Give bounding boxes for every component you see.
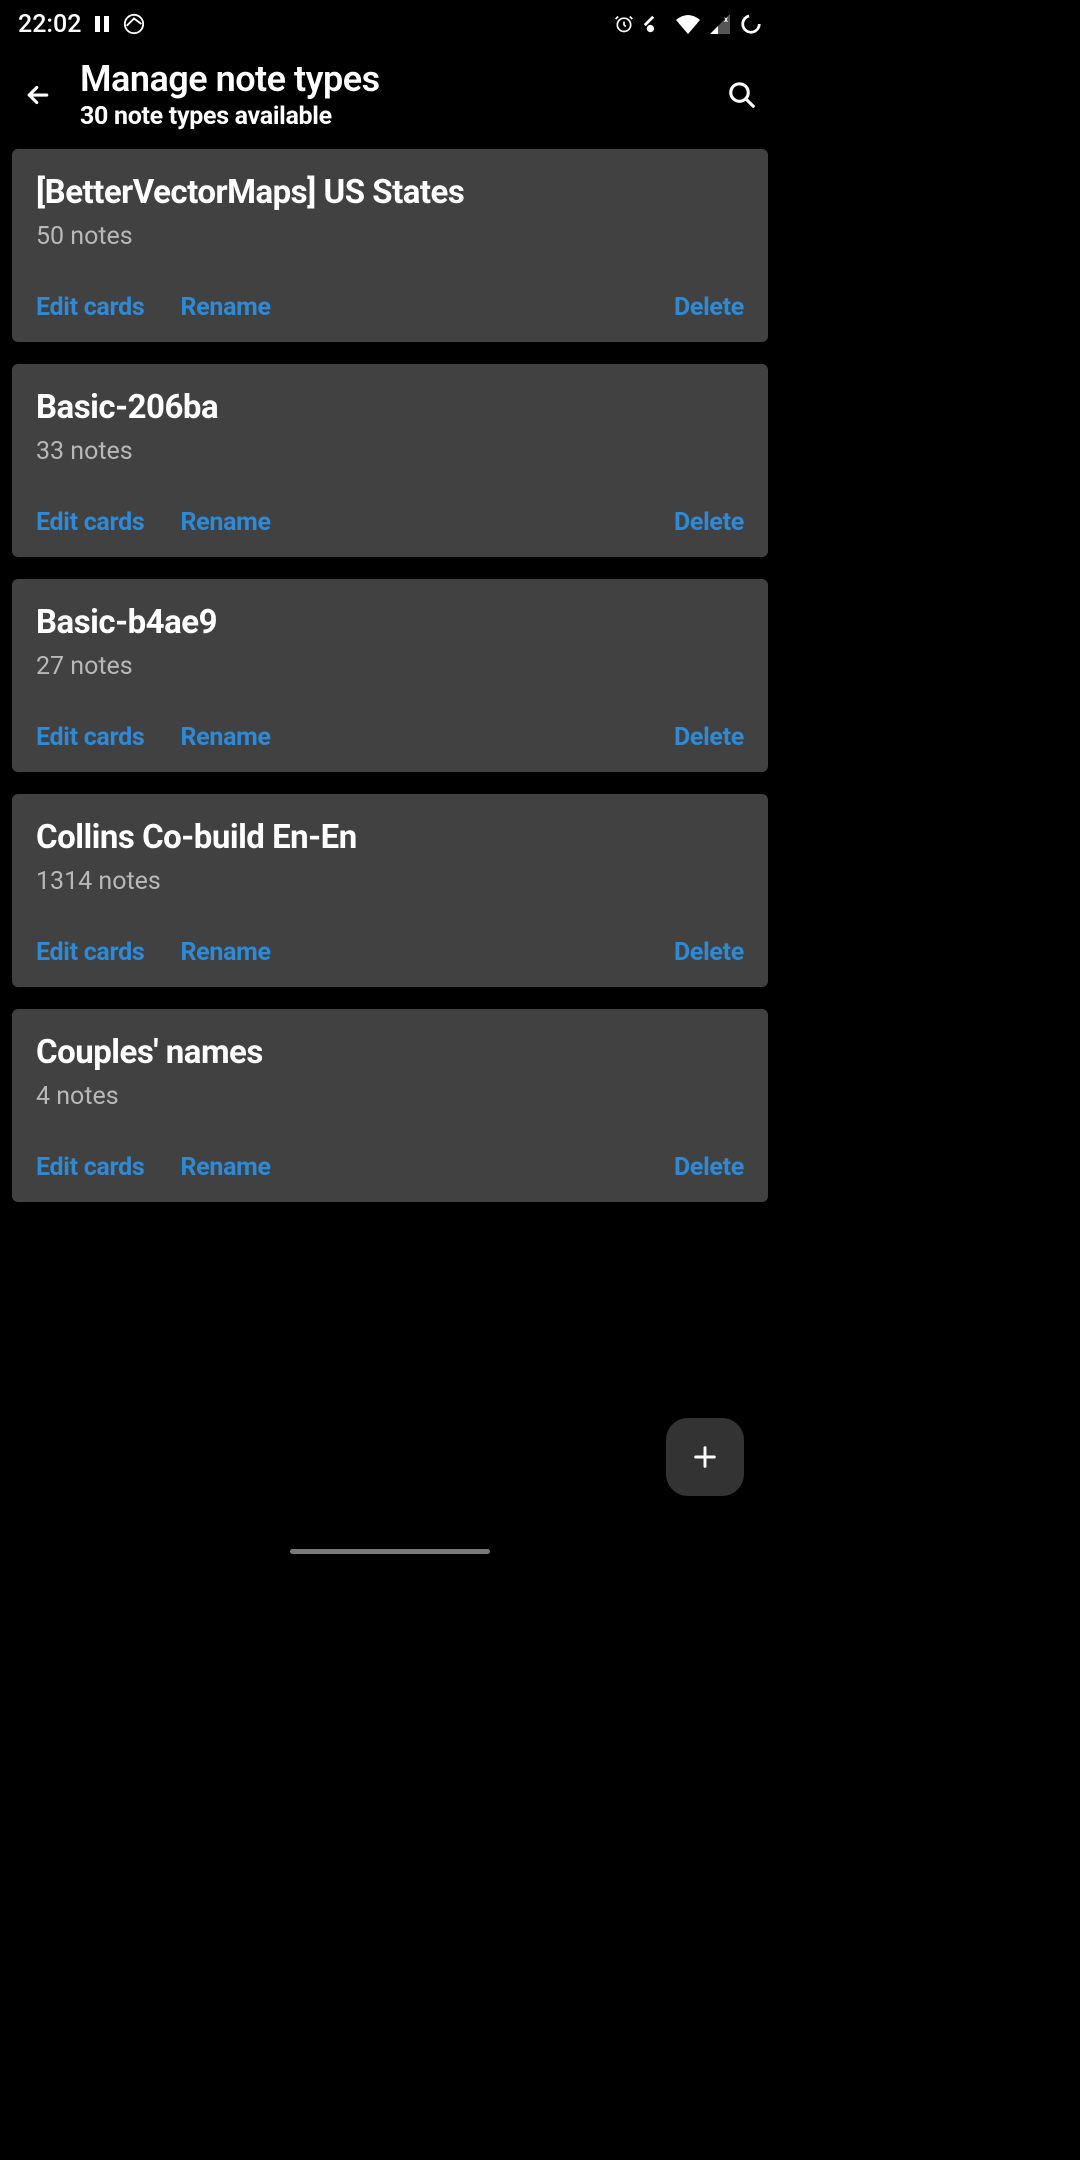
pause-icon: [95, 16, 109, 32]
note-type-card[interactable]: Basic-b4ae9 27 notes Edit cards Rename D…: [12, 579, 768, 772]
note-type-name: Couples' names: [36, 1033, 744, 1072]
note-type-card[interactable]: Basic-206ba 33 notes Edit cards Rename D…: [12, 364, 768, 557]
edit-cards-button[interactable]: Edit cards: [36, 1153, 144, 1182]
app-bar: Manage note types 30 note types availabl…: [0, 48, 780, 149]
note-type-card[interactable]: Couples' names 4 notes Edit cards Rename…: [12, 1009, 768, 1202]
note-type-card[interactable]: Collins Co-build En-En 1314 notes Edit c…: [12, 794, 768, 987]
delete-button[interactable]: Delete: [674, 508, 744, 537]
delete-button[interactable]: Delete: [674, 1153, 744, 1182]
delete-button[interactable]: Delete: [674, 293, 744, 322]
loading-icon: [740, 13, 762, 35]
delete-button[interactable]: Delete: [674, 723, 744, 752]
page-title: Manage note types: [80, 58, 700, 100]
gesture-handle: [290, 1549, 490, 1554]
signal-icon: x: [710, 14, 730, 34]
rename-button[interactable]: Rename: [180, 508, 270, 537]
note-type-name: Basic-b4ae9: [36, 603, 744, 642]
rename-button[interactable]: Rename: [180, 938, 270, 967]
note-type-count: 1314 notes: [36, 867, 744, 896]
note-type-card[interactable]: [BetterVectorMaps] US States 50 notes Ed…: [12, 149, 768, 342]
back-button[interactable]: [18, 75, 58, 115]
edit-cards-button[interactable]: Edit cards: [36, 723, 144, 752]
edit-cards-button[interactable]: Edit cards: [36, 293, 144, 322]
plus-icon: [691, 1443, 719, 1471]
arrow-left-icon: [23, 80, 53, 110]
delete-button[interactable]: Delete: [674, 938, 744, 967]
globe-icon: [123, 13, 145, 35]
add-note-type-fab[interactable]: [666, 1418, 744, 1496]
search-icon: [727, 80, 757, 110]
note-type-count: 4 notes: [36, 1082, 744, 1111]
page-subtitle: 30 note types available: [80, 102, 700, 131]
status-time: 22:02: [18, 10, 81, 39]
status-bar: 22:02 x: [0, 0, 780, 48]
wifi-icon: [676, 14, 700, 34]
note-type-name: [BetterVectorMaps] US States: [36, 173, 744, 212]
key-icon: [644, 13, 666, 35]
rename-button[interactable]: Rename: [180, 1153, 270, 1182]
search-button[interactable]: [722, 75, 762, 115]
svg-text:x: x: [724, 15, 728, 24]
rename-button[interactable]: Rename: [180, 723, 270, 752]
note-type-name: Basic-206ba: [36, 388, 744, 427]
note-type-count: 50 notes: [36, 222, 744, 251]
alarm-icon: [614, 14, 634, 34]
rename-button[interactable]: Rename: [180, 293, 270, 322]
edit-cards-button[interactable]: Edit cards: [36, 508, 144, 537]
note-type-count: 27 notes: [36, 652, 744, 681]
note-type-name: Collins Co-build En-En: [36, 818, 744, 857]
note-type-list: [BetterVectorMaps] US States 50 notes Ed…: [0, 149, 780, 1202]
note-type-count: 33 notes: [36, 437, 744, 466]
edit-cards-button[interactable]: Edit cards: [36, 938, 144, 967]
